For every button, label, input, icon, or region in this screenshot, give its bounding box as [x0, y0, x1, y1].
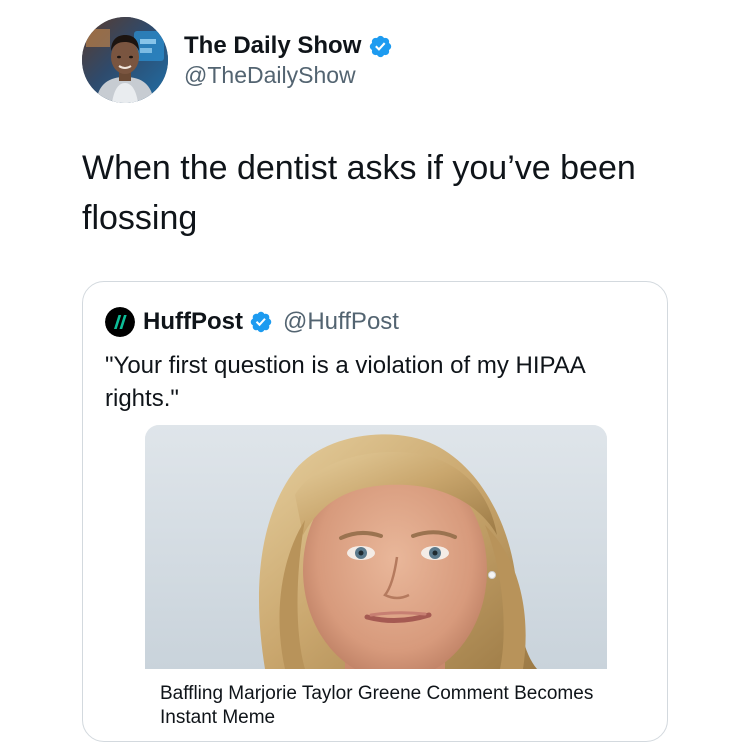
author-display-name[interactable]: The Daily Show — [184, 32, 361, 60]
link-card-image[interactable] — [145, 425, 607, 669]
verified-badge-icon — [249, 310, 273, 334]
author-handle[interactable]: @TheDailyShow — [184, 62, 393, 89]
quoted-tweet-text: "Your first question is a violation of m… — [105, 352, 585, 412]
woman-portrait-photo — [145, 425, 607, 669]
quoted-author-handle[interactable]: @HuffPost — [283, 308, 399, 336]
author-avatar[interactable] — [82, 17, 168, 103]
person-avatar-icon — [82, 17, 168, 103]
tweet-screenshot: The Daily Show @TheDailyShow When the de… — [0, 0, 750, 750]
quoted-tweet-card[interactable]: HuffPost @HuffPost "Your first question … — [82, 281, 668, 742]
link-card-headline[interactable]: Baffling Marjorie Taylor Greene Comment … — [160, 682, 600, 730]
tweet-text: When the dentist asks if you’ve been flo… — [82, 149, 636, 237]
huffpost-logo-icon — [105, 307, 135, 337]
quoted-author-display-name[interactable]: HuffPost — [143, 308, 243, 336]
quoted-tweet-author: HuffPost @HuffPost — [105, 306, 399, 338]
tweet-author: The Daily Show @TheDailyShow — [184, 30, 393, 89]
verified-badge-icon — [368, 34, 393, 59]
author-name-row: The Daily Show — [184, 30, 393, 62]
